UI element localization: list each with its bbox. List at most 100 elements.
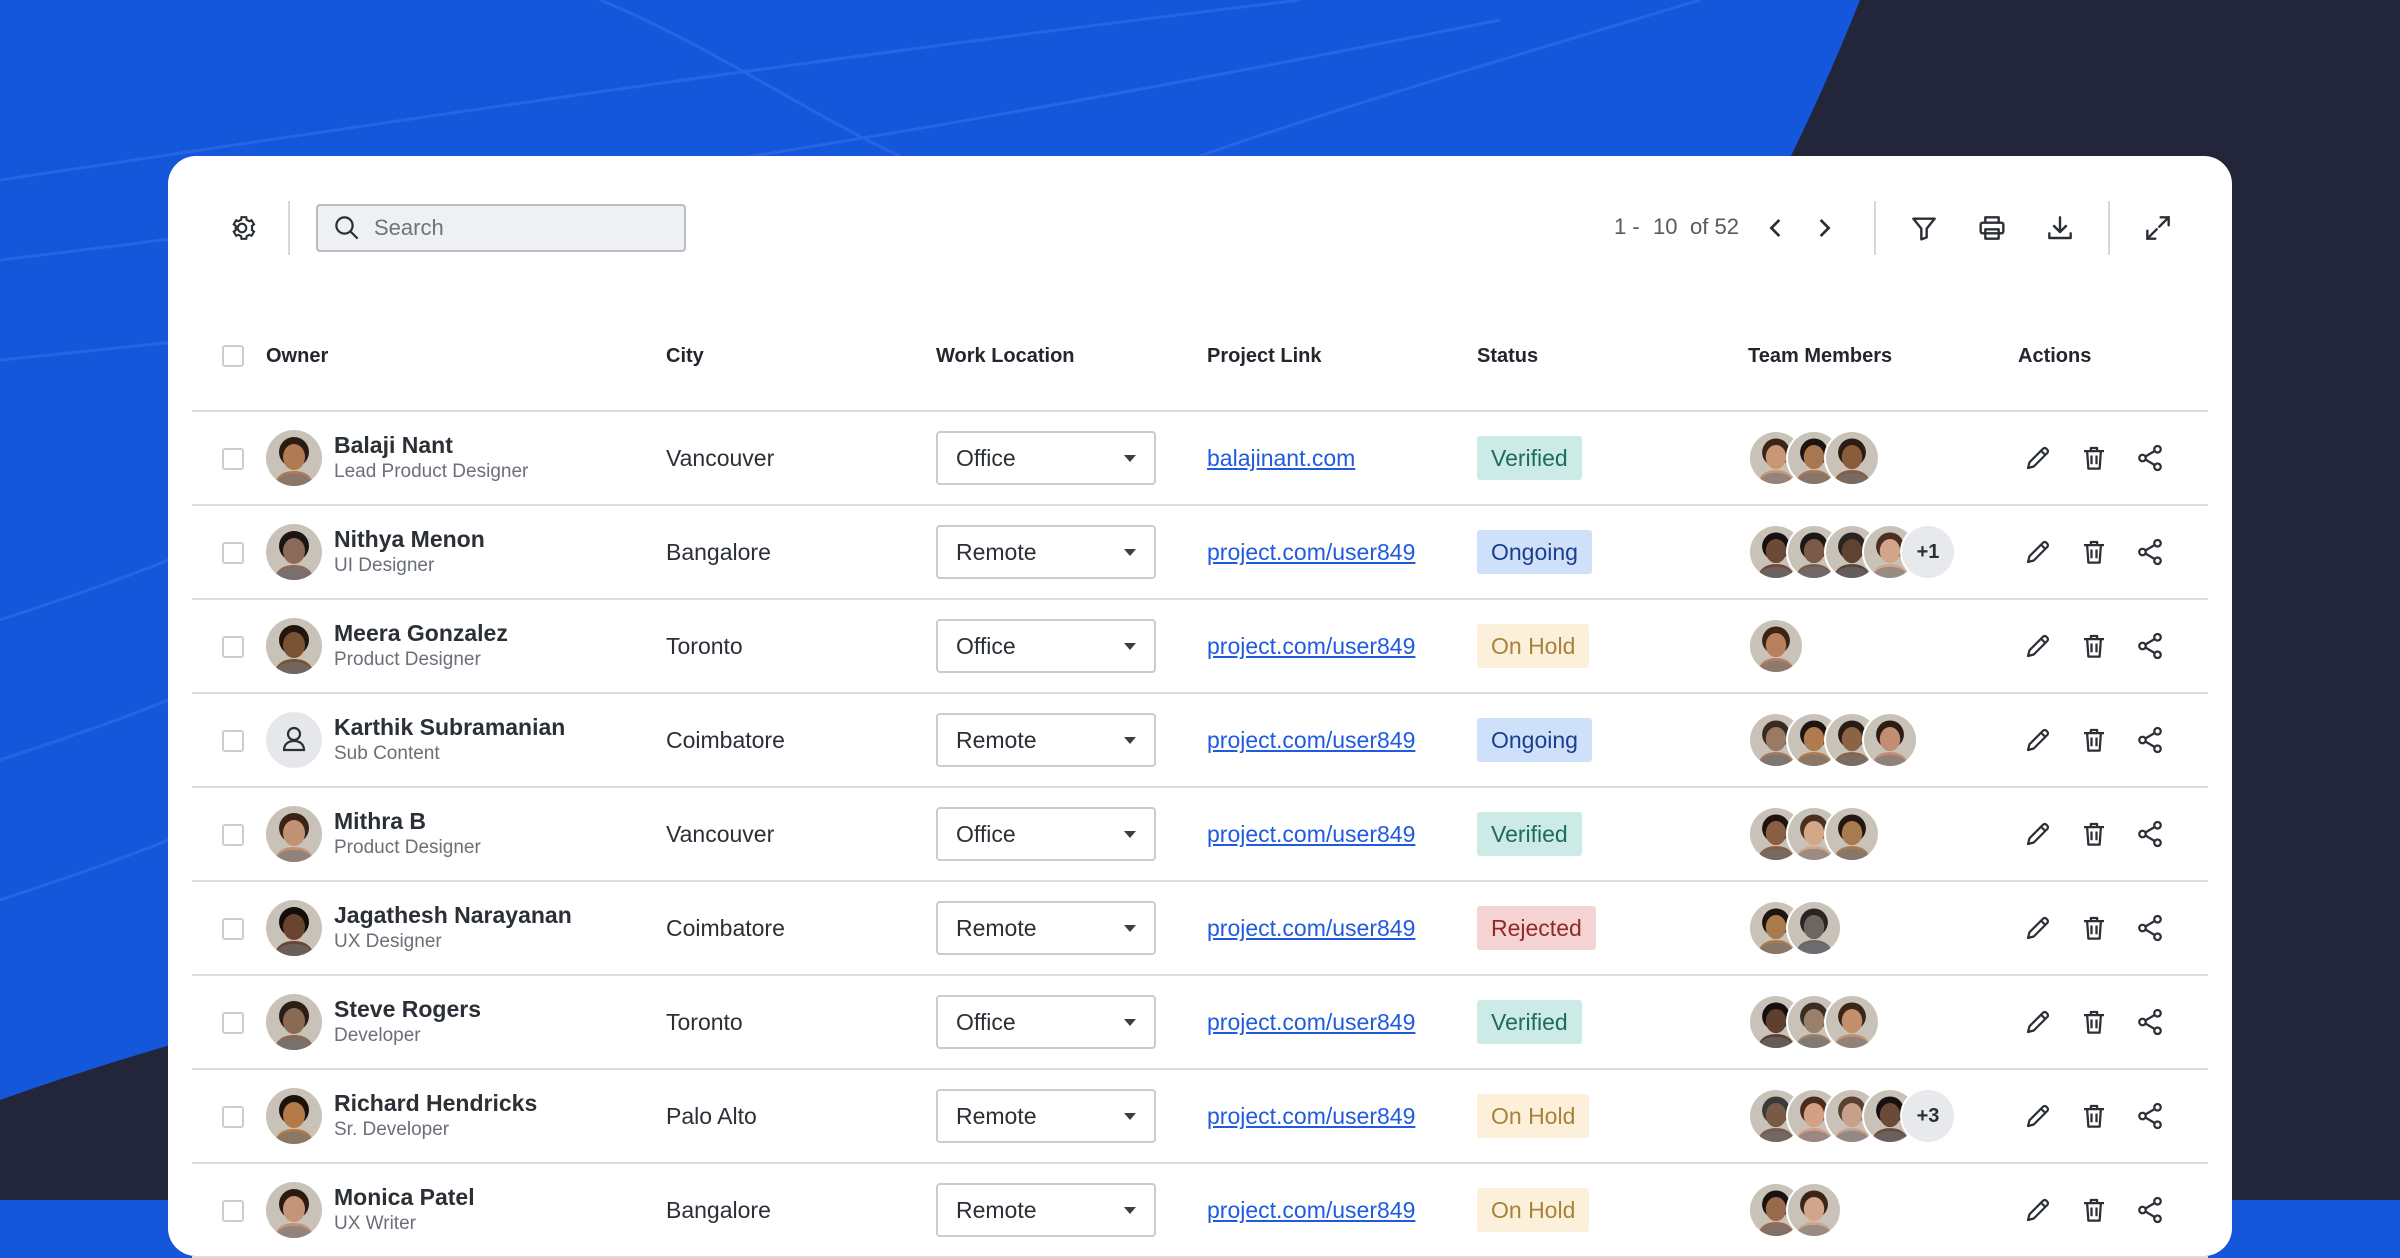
share-icon[interactable]	[2130, 720, 2170, 760]
download-icon[interactable]	[2036, 204, 2084, 252]
pencil-icon[interactable]	[2018, 720, 2058, 760]
avatar-group[interactable]: +3	[1748, 1088, 2018, 1144]
row-checkbox[interactable]	[222, 1106, 244, 1129]
pencil-icon[interactable]	[2018, 1002, 2058, 1042]
share-icon[interactable]	[2130, 438, 2170, 478]
project-link[interactable]: project.com/user849	[1207, 727, 1415, 753]
avatar-group[interactable]	[1748, 806, 2018, 862]
row-checkbox[interactable]	[222, 918, 244, 941]
expand-icon[interactable]	[2134, 204, 2182, 252]
project-link-cell: project.com/user849	[1207, 881, 1477, 976]
table-row[interactable]: Mithra B Product Designer Vancouver Office p…	[192, 787, 2208, 882]
share-icon[interactable]	[2130, 532, 2170, 572]
trash-icon[interactable]	[2074, 1002, 2114, 1042]
column-header-status[interactable]: Status	[1477, 302, 1748, 412]
share-icon[interactable]	[2130, 1190, 2170, 1230]
project-link[interactable]: project.com/user849	[1207, 1009, 1415, 1035]
filter-icon[interactable]	[1900, 204, 1948, 252]
pencil-icon[interactable]	[2018, 438, 2058, 478]
chevron-left-icon[interactable]	[1752, 204, 1800, 252]
table-row[interactable]: Balaji Nant Lead Product Designer Vancouve…	[192, 411, 2208, 506]
row-checkbox[interactable]	[222, 448, 244, 471]
project-link-cell: balajinant.com	[1207, 411, 1477, 506]
work-location-select[interactable]: Remote	[936, 713, 1156, 767]
avatar	[266, 994, 322, 1050]
search-field[interactable]	[316, 204, 686, 252]
trash-icon[interactable]	[2074, 438, 2114, 478]
column-header-owner[interactable]: Owner	[266, 302, 666, 412]
pencil-icon[interactable]	[2018, 1190, 2058, 1230]
pencil-icon[interactable]	[2018, 532, 2058, 572]
share-icon[interactable]	[2130, 1002, 2170, 1042]
table-row[interactable]: Steve Rogers Developer Toronto Office projec…	[192, 975, 2208, 1070]
work-location-select[interactable]: Office	[936, 431, 1156, 485]
gear-icon[interactable]	[218, 204, 266, 252]
row-checkbox[interactable]	[222, 542, 244, 565]
project-link[interactable]: project.com/user849	[1207, 915, 1415, 941]
more-members-count[interactable]: +1	[1900, 524, 1956, 580]
work-location-select[interactable]: Office	[936, 995, 1156, 1049]
team-members-cell	[1748, 787, 2018, 882]
pencil-icon[interactable]	[2018, 814, 2058, 854]
table-row[interactable]: Monica Patel UX Writer Bangalore Remote proj…	[192, 1163, 2208, 1258]
work-location-select[interactable]: Remote	[936, 1089, 1156, 1143]
column-header-project-link[interactable]: Project Link	[1207, 302, 1477, 412]
row-checkbox[interactable]	[222, 730, 244, 753]
column-header-work-location[interactable]: Work Location	[936, 302, 1207, 412]
pencil-icon[interactable]	[2018, 626, 2058, 666]
column-header-team-members[interactable]: Team Members	[1748, 302, 2018, 412]
trash-icon[interactable]	[2074, 532, 2114, 572]
project-link[interactable]: balajinant.com	[1207, 445, 1355, 471]
pencil-icon[interactable]	[2018, 908, 2058, 948]
row-checkbox[interactable]	[222, 636, 244, 659]
chevron-right-icon[interactable]	[1800, 204, 1848, 252]
pencil-icon[interactable]	[2018, 1096, 2058, 1136]
work-location-select[interactable]: Remote	[936, 901, 1156, 955]
work-location-select[interactable]: Office	[936, 619, 1156, 673]
work-location-select[interactable]: Remote	[936, 1183, 1156, 1237]
project-link[interactable]: project.com/user849	[1207, 821, 1415, 847]
avatar	[266, 618, 322, 674]
table-row[interactable]: Jagathesh Narayanan UX Designer Coimbatore…	[192, 881, 2208, 976]
avatar-group[interactable]	[1748, 994, 2018, 1050]
row-checkbox[interactable]	[222, 824, 244, 847]
project-link[interactable]: project.com/user849	[1207, 633, 1415, 659]
trash-icon[interactable]	[2074, 1190, 2114, 1230]
select-all-checkbox[interactable]	[222, 345, 244, 368]
avatar-group[interactable]	[1748, 900, 2018, 956]
share-icon[interactable]	[2130, 1096, 2170, 1136]
row-checkbox[interactable]	[222, 1200, 244, 1223]
trash-icon[interactable]	[2074, 814, 2114, 854]
work-location-select[interactable]: Remote	[936, 525, 1156, 579]
row-select-cell	[192, 1163, 266, 1258]
trash-icon[interactable]	[2074, 1096, 2114, 1136]
project-link[interactable]: project.com/user849	[1207, 1197, 1415, 1223]
row-checkbox[interactable]	[222, 1012, 244, 1035]
avatar-group[interactable]	[1748, 712, 2018, 768]
table-row[interactable]: Nithya Menon UI Designer Bangalore Remote pr…	[192, 505, 2208, 600]
project-link[interactable]: project.com/user849	[1207, 539, 1415, 565]
more-members-count[interactable]: +3	[1900, 1088, 1956, 1144]
team-members-cell	[1748, 881, 2018, 976]
work-location-select[interactable]: Office	[936, 807, 1156, 861]
avatar-group[interactable]	[1748, 1182, 2018, 1238]
search-input[interactable]	[374, 215, 654, 241]
work-location-cell: Remote	[936, 881, 1207, 976]
actions-cell	[2018, 411, 2208, 506]
printer-icon[interactable]	[1968, 204, 2016, 252]
avatar-group[interactable]	[1748, 618, 2018, 674]
team-members-cell	[1748, 411, 2018, 506]
project-link[interactable]: project.com/user849	[1207, 1103, 1415, 1129]
share-icon[interactable]	[2130, 908, 2170, 948]
avatar-group[interactable]	[1748, 430, 2018, 486]
table-row[interactable]: Meera Gonzalez Product Designer Toronto Off…	[192, 599, 2208, 694]
table-row[interactable]: Karthik Subramanian Sub Content Coimbatore…	[192, 693, 2208, 788]
column-header-city[interactable]: City	[666, 302, 936, 412]
avatar-group[interactable]: +1	[1748, 524, 2018, 580]
share-icon[interactable]	[2130, 626, 2170, 666]
trash-icon[interactable]	[2074, 720, 2114, 760]
trash-icon[interactable]	[2074, 626, 2114, 666]
table-row[interactable]: Richard Hendricks Sr. Developer Palo Alto R…	[192, 1069, 2208, 1164]
share-icon[interactable]	[2130, 814, 2170, 854]
trash-icon[interactable]	[2074, 908, 2114, 948]
